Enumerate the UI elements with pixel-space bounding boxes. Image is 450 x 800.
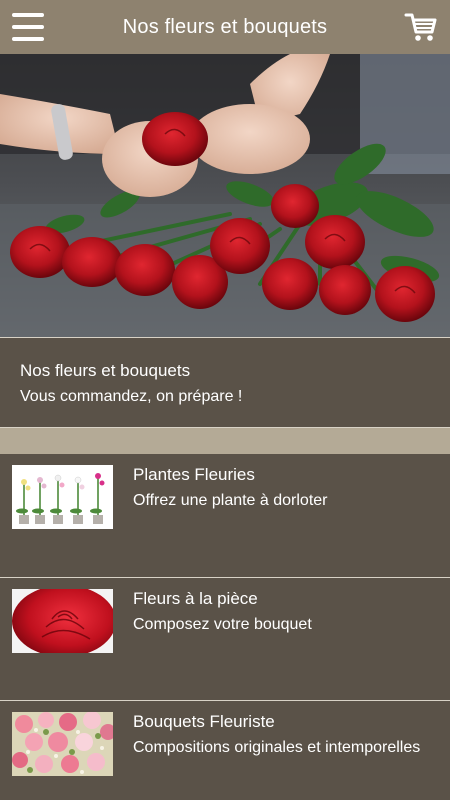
- shopping-cart-icon[interactable]: [404, 10, 438, 44]
- list-item-title: Plantes Fleuries: [133, 465, 255, 484]
- list-item-subtitle: Composez votre bouquet: [133, 616, 312, 633]
- app-header: Nos fleurs et bouquets: [0, 0, 450, 54]
- list-item-subtitle: Offrez une plante à dorloter: [133, 492, 328, 509]
- plantes-fleuries-thumbnail: [12, 465, 113, 529]
- intro-section: Nos fleurs et bouquets Vous commandez, o…: [0, 337, 450, 428]
- intro-title: Nos fleurs et bouquets: [20, 361, 191, 380]
- hero-banner-image: [0, 54, 450, 337]
- list-item-title: Bouquets Fleuriste: [133, 712, 275, 731]
- section-divider: [0, 428, 450, 454]
- intro-subtitle: Vous commandez, on prépare !: [20, 388, 243, 405]
- page-title: Nos fleurs et bouquets: [122, 15, 328, 38]
- hamburger-menu-icon[interactable]: [12, 13, 44, 41]
- list-item-title: Fleurs à la pièce: [133, 589, 258, 608]
- list-item-plantes-fleuries[interactable]: Plantes Fleuries Offrez une plante à dor…: [0, 454, 450, 577]
- fleurs-a-la-piece-thumbnail: [12, 589, 113, 653]
- list-item-bouquets-fleuriste[interactable]: Bouquets Fleuriste Compositions original…: [0, 700, 450, 800]
- bouquets-fleuriste-thumbnail: [12, 712, 113, 776]
- list-item-fleurs-a-la-piece[interactable]: Fleurs à la pièce Composez votre bouquet: [0, 577, 450, 700]
- category-list: Plantes Fleuries Offrez une plante à dor…: [0, 454, 450, 800]
- list-item-subtitle: Compositions originales et intemporelles: [133, 739, 421, 756]
